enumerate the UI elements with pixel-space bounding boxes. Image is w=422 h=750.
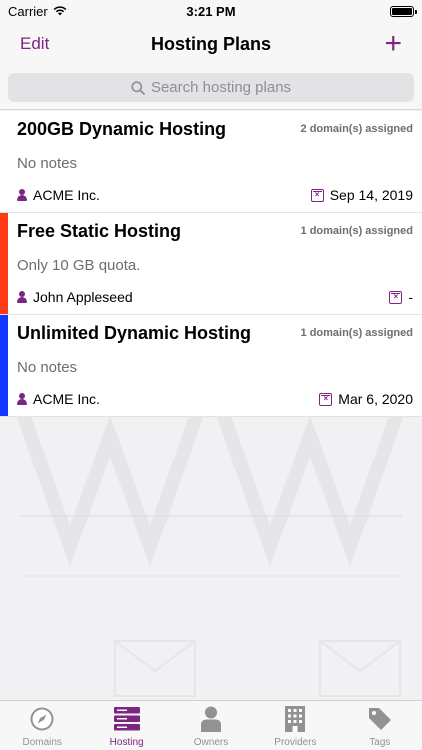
tab-label: Domains <box>22 737 62 748</box>
plan-owner: ACME Inc. <box>17 187 100 203</box>
plan-title: Free Static Hosting <box>17 221 182 241</box>
person-icon <box>17 392 27 406</box>
search-input[interactable]: Search hosting plans <box>8 73 414 102</box>
person-icon <box>17 290 27 304</box>
add-plan-button[interactable]: + <box>384 29 402 59</box>
hosting-plan-list: 200GB Dynamic Hosting 2 domain(s) assign… <box>0 111 422 417</box>
tab-label: Providers <box>274 737 317 748</box>
owner-name: John Appleseed <box>33 289 133 305</box>
domain-count: 2 domain(s) assigned <box>300 123 413 135</box>
building-icon <box>281 705 309 733</box>
plan-title: Unlimited Dynamic Hosting <box>17 323 252 343</box>
edit-button[interactable]: Edit <box>20 34 49 54</box>
plan-expiry: × - <box>389 289 413 305</box>
tag-icon <box>366 705 394 733</box>
carrier-label: Carrier <box>8 3 48 19</box>
plan-notes: No notes <box>17 359 78 376</box>
expiry-date: - <box>408 289 413 305</box>
plan-notes: Only 10 GB quota. <box>17 257 141 274</box>
tab-label: Hosting <box>109 737 144 748</box>
hosting-plan-row[interactable]: Unlimited Dynamic Hosting 1 domain(s) as… <box>0 315 422 417</box>
www-watermark-icon <box>16 416 404 697</box>
calendar-icon: × <box>310 188 324 202</box>
battery-icon <box>390 5 417 17</box>
tab-hosting[interactable]: Hosting <box>84 701 168 750</box>
tab-owners[interactable]: Owners <box>169 701 253 750</box>
tab-label: Tags <box>369 737 391 748</box>
background-watermark <box>0 416 422 700</box>
color-tag-stripe <box>0 213 8 314</box>
domain-count: 1 domain(s) assigned <box>300 327 413 339</box>
server-icon <box>113 705 141 733</box>
plan-title: 200GB Dynamic Hosting <box>17 119 227 139</box>
page-title: Hosting Plans <box>150 33 271 54</box>
wifi-icon <box>53 6 67 16</box>
compass-icon <box>28 705 56 733</box>
person-icon <box>17 188 27 202</box>
tab-providers[interactable]: Providers <box>253 701 337 750</box>
expiry-date: Mar 6, 2020 <box>338 391 413 407</box>
tab-bar: Domains Hosting Owners Providers Tags <box>0 700 422 750</box>
color-tag-stripe <box>0 315 8 416</box>
calendar-icon: × <box>319 392 333 406</box>
owner-name: ACME Inc. <box>33 391 100 407</box>
domain-count: 1 domain(s) assigned <box>300 225 413 237</box>
person-icon <box>197 705 225 733</box>
plan-expiry: × Mar 6, 2020 <box>319 391 413 407</box>
status-left: Carrier <box>8 4 67 19</box>
color-tag-stripe <box>0 111 8 212</box>
plan-notes: No notes <box>17 155 78 172</box>
tab-domains[interactable]: Domains <box>0 701 84 750</box>
hosting-plan-row[interactable]: 200GB Dynamic Hosting 2 domain(s) assign… <box>0 111 422 213</box>
owner-name: ACME Inc. <box>33 187 100 203</box>
search-placeholder: Search hosting plans <box>150 79 292 96</box>
plan-owner: John Appleseed <box>17 289 133 305</box>
calendar-icon: × <box>389 290 403 304</box>
tab-tags[interactable]: Tags <box>338 701 422 750</box>
tab-label: Owners <box>193 737 229 748</box>
navigation-bar: Edit Hosting Plans + <box>0 22 422 66</box>
hosting-plan-row[interactable]: Free Static Hosting 1 domain(s) assigned… <box>0 213 422 315</box>
search-area: Search hosting plans <box>0 66 422 110</box>
search-icon <box>131 80 145 95</box>
plan-expiry: × Sep 14, 2019 <box>310 187 413 203</box>
plan-owner: ACME Inc. <box>17 391 100 407</box>
status-bar: Carrier 3:21 PM <box>0 0 422 22</box>
expiry-date: Sep 14, 2019 <box>329 187 413 203</box>
